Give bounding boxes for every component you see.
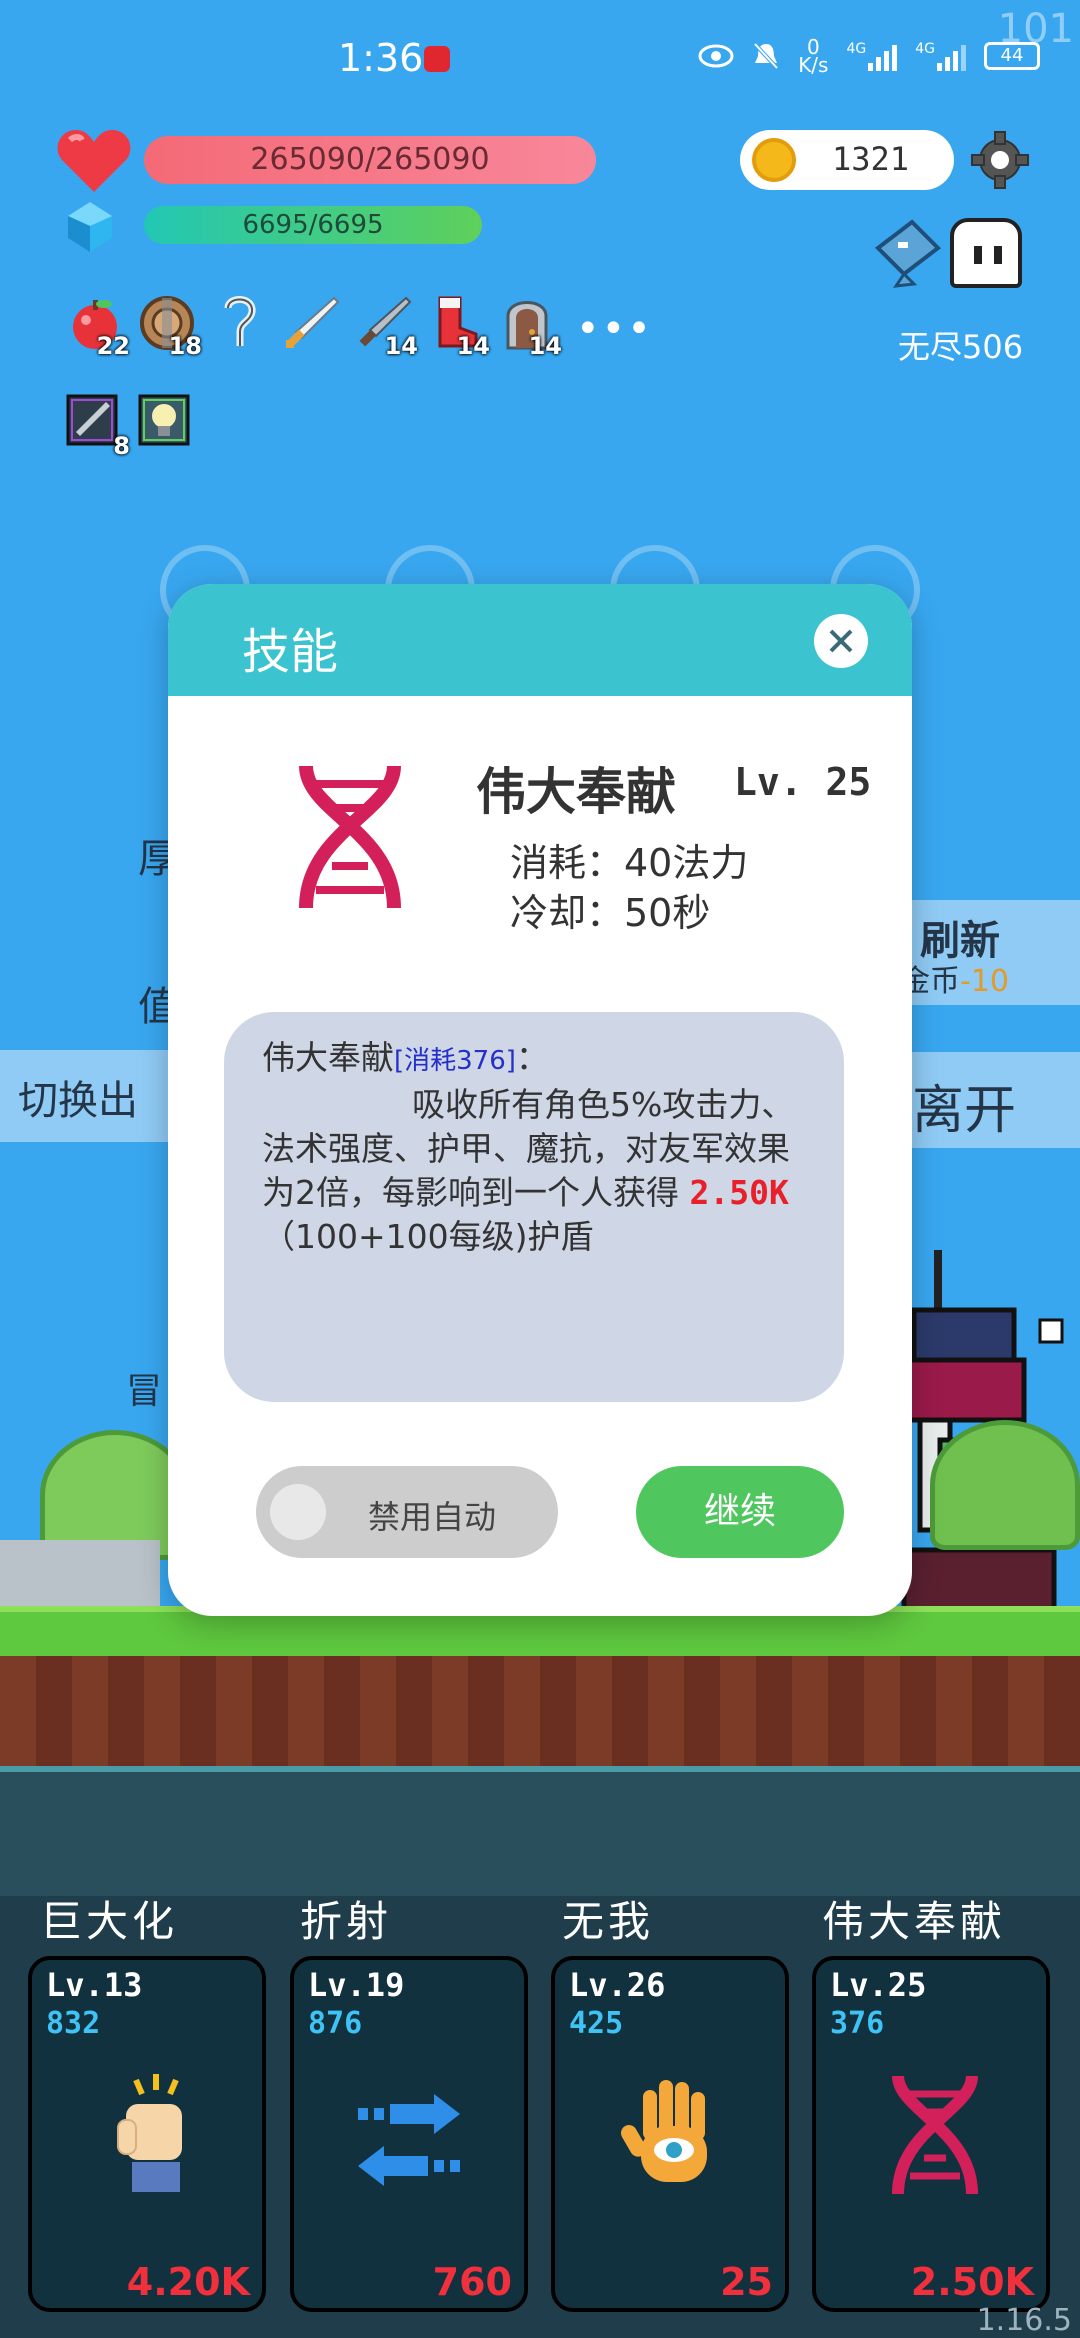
signal-1-label: 4G [846,41,867,57]
skill-cost: 832 [46,2006,101,2041]
close-icon [829,629,853,653]
items-row: 22 18 14 14 14 [66,294,562,360]
item-count: 22 [96,332,130,360]
item-count: 8 [113,432,130,460]
hp-bar: 265090/265090 [144,136,596,184]
signal-bars-icon [868,41,898,71]
skill-level: Lv.25 [830,1966,927,2004]
skill-title: 巨大化 [40,1897,179,1946]
dna-icon [299,765,401,909]
fish-card-icon[interactable] [868,218,942,288]
bush-right [930,1420,1080,1550]
skill-value: 760 [432,2260,512,2304]
net-speed-unit: K/s [798,53,829,77]
items-row-2: 8 [66,394,196,460]
skill-title: 折射 [300,1897,393,1946]
item-count: 14 [456,332,490,360]
bulb-card-icon[interactable] [138,394,196,452]
skill-value: 4.20K [126,2260,250,2304]
description-text: 伟大奉献[消耗376]： 吸收所有角色5%攻击力、法术强度、护甲、魔抗，对友军效… [262,1036,822,1259]
skill-cost: 376 [830,2006,885,2041]
ground-water [0,1766,1080,1896]
leave-button-label[interactable]: 离开 [912,1068,1016,1143]
sword-card-icon[interactable]: 8 [66,394,130,460]
mute-bell-icon [752,41,780,71]
mana-cost: 消耗：40法力 [510,841,749,885]
item-count: 14 [528,332,562,360]
dialog-title: 技能 [242,624,339,680]
corner-number: 101 [997,6,1074,52]
skill-dialog: 技能 伟大奉献 Lv. 25 消耗：40法力 冷却：50秒 伟大奉献[消耗376… [168,584,912,1616]
signal-2: 4G [915,41,966,71]
version-label: 1.16.5 [976,2303,1072,2338]
coin-value: 1321 [832,140,910,178]
skill-description: 伟大奉献[消耗376]： 吸收所有角色5%攻击力、法术强度、护甲、魔抗，对友军效… [224,1012,844,1402]
refresh-cost: 金币-10 [900,956,1009,1000]
door-icon[interactable]: 14 [498,294,562,360]
skill-level: Lv.13 [46,1966,143,2004]
side-text: 冒 [126,1371,163,1412]
status-time: 1:36 [338,36,424,80]
sword-icon[interactable] [282,294,340,352]
signal-bars-icon [937,41,966,71]
mode-label: 无尽506 [898,328,1024,366]
coin-icon [752,138,796,182]
eye-hand-icon [621,2080,707,2182]
apple-icon[interactable]: 22 [66,294,130,360]
switch-button-label[interactable]: 切换出 [18,1068,138,1126]
net-speed: 0 K/s [798,37,829,77]
skill-card-devotion[interactable]: Lv.25 376 2.50K [812,1956,1050,2312]
fist-icon [117,2074,182,2192]
signal-1: 4G [846,41,898,71]
skill-level: Lv.26 [569,1966,666,2004]
skill-level: Lv. 25 [734,760,872,804]
more-items-button[interactable]: ••• [576,306,653,352]
gear-icon[interactable] [970,130,1030,190]
desc-skill-name: 伟大奉献 [262,1038,394,1077]
eye-icon [698,44,734,68]
ghost-icon[interactable] [950,218,1022,288]
skill-value: 25 [720,2260,773,2304]
skill-title: 伟大奉献 [822,1897,1007,1946]
skill-cost: 425 [569,2006,624,2041]
desc-shield-value: 2.50K [689,1173,789,1212]
arrows-icon [358,2094,460,2186]
toggle-knob[interactable] [270,1484,326,1540]
skill-title: 无我 [562,1897,655,1946]
cooldown: 冷却：50秒 [510,891,711,935]
item-count: 18 [168,332,202,360]
status-indicators: 0 K/s 4G 4G 44 [698,37,1040,77]
shield-icon[interactable]: 18 [138,294,202,360]
desc-cost: [消耗376] [394,1046,516,1076]
disable-auto-toggle[interactable]: 禁用自动 [256,1466,558,1558]
continue-button[interactable]: 继续 [636,1466,844,1558]
signal-2-label: 4G [915,41,935,57]
toggle-label: 禁用自动 [368,1498,497,1536]
item-count: 14 [384,332,418,360]
ground-dirt [0,1656,1080,1766]
mp-bar: 6695/6695 [144,206,482,244]
skill-card-refract[interactable]: Lv.19 876 760 [290,1956,528,2312]
dna-icon [892,2075,978,2195]
desc-tail: （100+100每级)护盾 [262,1217,594,1256]
refresh-cost-value: -10 [960,964,1009,999]
skill-card-giant[interactable]: Lv.13 832 4.20K [28,1956,266,2312]
fence [0,1540,160,1606]
coin-counter: 1321 [740,130,954,190]
skill-cost: 876 [308,2006,363,2041]
boot-icon[interactable]: 14 [426,294,490,360]
heart-icon [57,130,131,192]
skill-card-selfless[interactable]: Lv.26 425 25 [551,1956,789,2312]
mana-gem-icon [68,202,112,252]
blade-icon[interactable]: 14 [354,294,418,360]
close-button[interactable] [814,614,868,668]
status-bar: 1:36 0 K/s 4G 4G 44 101 [0,0,1080,120]
desc-colon: ： [515,1038,549,1077]
app-notification-icon [424,46,450,72]
skill-value: 2.50K [910,2260,1034,2304]
skill-level: Lv.19 [308,1966,405,2004]
skill-name: 伟大奉献 [476,763,676,821]
hook-icon[interactable] [210,294,268,352]
